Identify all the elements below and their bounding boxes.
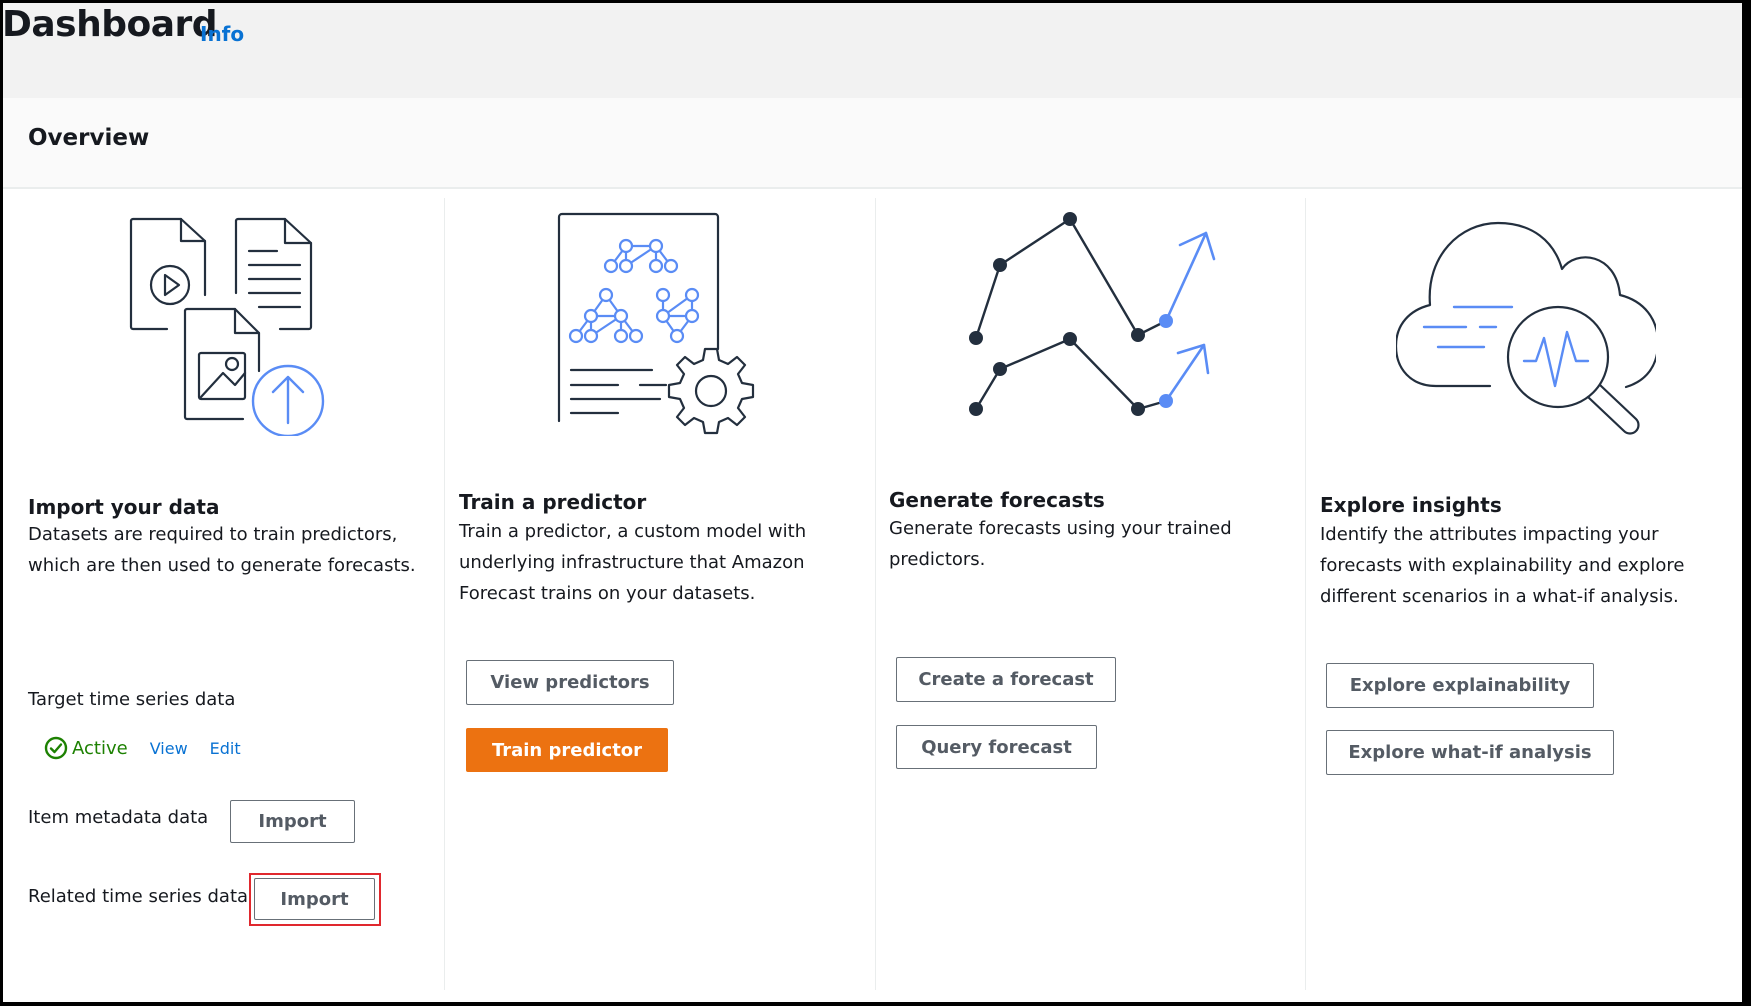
status-active-text: Active (72, 737, 128, 759)
edit-dataset-link[interactable]: Edit (210, 739, 241, 758)
card-description: Train a predictor, a custom model with u… (459, 521, 807, 604)
check-circle-icon (44, 736, 68, 760)
page-header: Dashboard Info (0, 0, 1751, 98)
gear-icon (667, 347, 755, 435)
card-heading: Import your data (28, 495, 220, 519)
target-status-row: Active View Edit (44, 736, 241, 760)
item-metadata-label: Item metadata data (28, 807, 209, 828)
page-title: Dashboard (2, 4, 218, 45)
explore-what-if-analysis-button[interactable]: Explore what-if analysis (1326, 730, 1614, 775)
explore-explainability-button[interactable]: Explore explainability (1326, 663, 1594, 708)
explore-insights-card: Explore insights Identify the attributes… (1306, 189, 1743, 999)
card-heading: Explore insights (1320, 493, 1502, 517)
query-forecast-button[interactable]: Query forecast (896, 725, 1097, 769)
video-file-icon (129, 217, 207, 331)
view-dataset-link[interactable]: View (150, 739, 188, 758)
import-related-time-series-button[interactable]: Import (254, 878, 375, 920)
overview-title: Overview (28, 125, 150, 151)
data-lines (1422, 305, 1514, 349)
card-description: Datasets are required to train predictor… (28, 524, 416, 576)
forecast-arrow-icon (1164, 231, 1216, 403)
create-forecast-button[interactable]: Create a forecast (896, 657, 1116, 702)
card-heading: Train a predictor (459, 490, 647, 514)
card-heading: Generate forecasts (889, 488, 1105, 512)
history-line-top (974, 217, 1168, 340)
card-description: Generate forecasts using your trained pr… (889, 518, 1232, 570)
explore-insights-illustration (1396, 221, 1656, 435)
image-file-icon (183, 307, 261, 421)
history-points (969, 212, 1145, 416)
related-time-series-label: Related time series data (28, 886, 249, 907)
magnifier-icon (1506, 305, 1640, 435)
info-link[interactable]: Info (200, 22, 244, 46)
import-data-illustration (129, 217, 325, 436)
import-data-card: Import your data Datasets are required t… (0, 189, 444, 999)
train-predictor-button[interactable]: Train predictor (466, 728, 668, 772)
generate-forecasts-illustration (969, 212, 1216, 416)
document-file-icon (234, 217, 313, 331)
card-description: Identify the attributes impacting your f… (1320, 524, 1685, 607)
overview-header: Overview (0, 98, 1751, 189)
generate-forecasts-card: Generate forecasts Generate forecasts us… (876, 189, 1306, 999)
text-lines (569, 368, 668, 415)
train-predictor-illustration (557, 212, 755, 435)
view-predictors-button[interactable]: View predictors (466, 660, 674, 705)
upload-icon (251, 364, 325, 436)
target-time-series-label: Target time series data (28, 689, 236, 710)
network-graph-icon (568, 238, 700, 344)
import-item-metadata-button[interactable]: Import (230, 800, 355, 843)
train-predictor-card: Train a predictor Train a predictor, a c… (445, 189, 875, 999)
